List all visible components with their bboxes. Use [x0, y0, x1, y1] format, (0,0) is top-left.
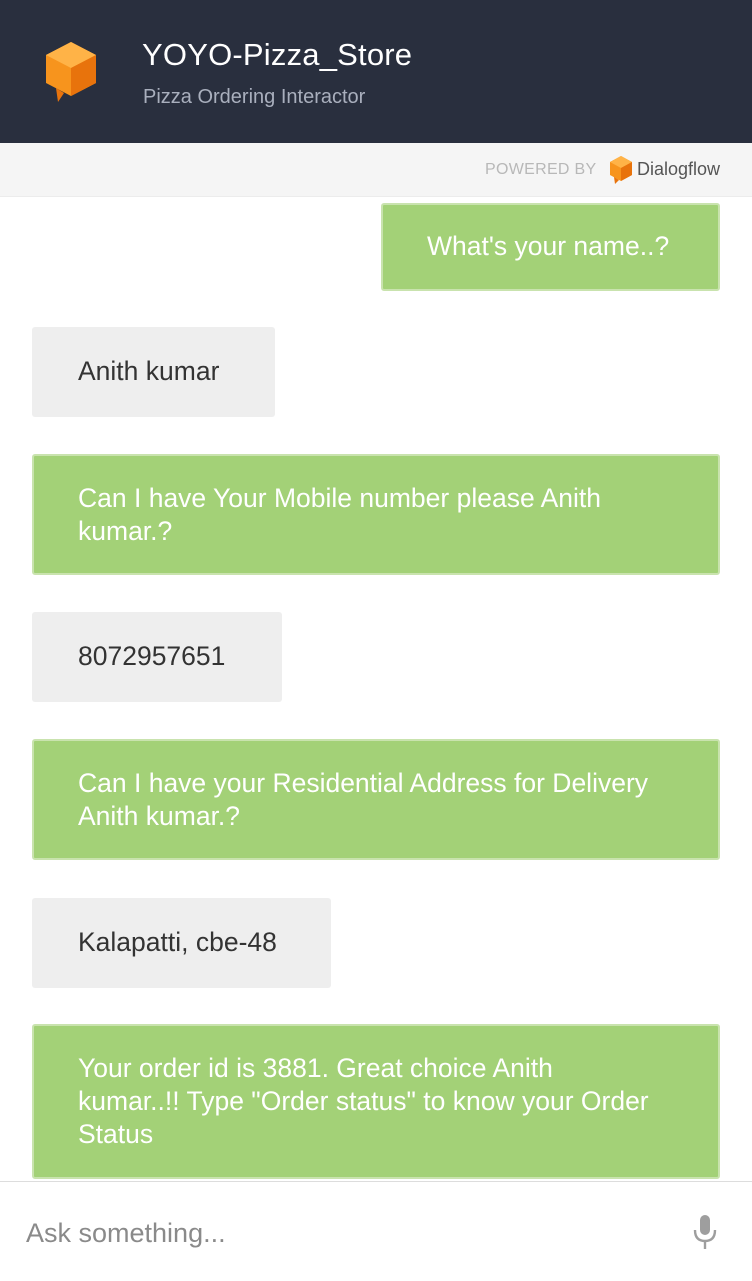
microphone-icon[interactable]: [692, 1214, 718, 1250]
orange-cube-speech-icon: [46, 42, 96, 102]
app-title: YOYO-Pizza_Store: [142, 37, 413, 72]
message-line: 8072957651: [78, 641, 226, 671]
bot-message: Can I have your Residential Address for …: [32, 739, 720, 860]
dialogflow-brand: Dialogflow: [637, 159, 721, 179]
message-line: Kalapatti, cbe-48: [78, 927, 277, 957]
bot-message: Can I have Your Mobile number please Ani…: [32, 454, 720, 575]
message-line: kumar..!! Type "Order status" to know yo…: [78, 1086, 649, 1116]
user-message: 8072957651: [32, 612, 282, 702]
message-line: Can I have your Residential Address for …: [78, 768, 649, 798]
user-message: Anith kumar: [32, 327, 275, 417]
message-line: kumar.?: [78, 516, 173, 546]
message-line: Anith kumar: [78, 356, 220, 386]
app-subtitle: Pizza Ordering Interactor: [143, 86, 366, 108]
powered-by-label: POWERED BY: [485, 161, 597, 178]
bot-message: What's your name..?: [381, 203, 720, 291]
message-line: Can I have Your Mobile number please Ani…: [78, 483, 601, 513]
dialogflow-cube-icon: [610, 156, 632, 184]
message-line: What's your name..?: [427, 231, 670, 261]
query-input[interactable]: [26, 1210, 666, 1256]
chat-transcript[interactable]: What's your name..? Anith kumar Can I ha…: [0, 197, 752, 1180]
message-line: Status: [78, 1119, 154, 1149]
message-line: Anith kumar.?: [78, 801, 241, 831]
user-message: Kalapatti, cbe-48: [32, 898, 331, 988]
message-line: Your order id is 3881. Great choice Anit…: [78, 1053, 553, 1083]
bot-message: Your order id is 3881. Great choice Anit…: [32, 1024, 720, 1179]
